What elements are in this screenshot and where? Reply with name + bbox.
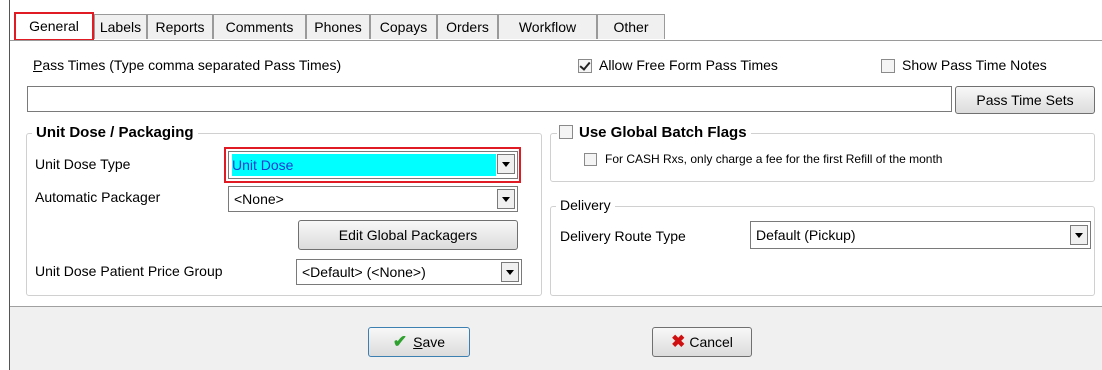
pass-times-label-text: ass Times (Type comma separated Pass Tim… <box>42 57 342 73</box>
pass-times-input[interactable] <box>27 86 952 112</box>
edit-global-packagers-button[interactable]: Edit Global Packagers <box>298 220 518 250</box>
delivery-group <box>550 206 1095 296</box>
delivery-group-title: Delivery <box>556 197 615 213</box>
selected-value: <Default> (<None>) <box>302 264 426 280</box>
tab-other[interactable]: Other <box>597 14 665 39</box>
use-global-batch-flags-checkbox[interactable] <box>559 125 573 139</box>
chevron-down-icon[interactable] <box>497 154 515 174</box>
tab-orders[interactable]: Orders <box>437 14 498 39</box>
tab-label: Comments <box>225 19 294 35</box>
unit-dose-group-title: Unit Dose / Packaging <box>32 124 198 141</box>
tab-reports[interactable]: Reports <box>147 14 213 39</box>
price-group-select[interactable]: <Default> (<None>) <box>296 259 522 285</box>
mnemonic: S <box>413 334 423 350</box>
automatic-packager-label: Automatic Packager <box>35 189 161 205</box>
show-notes-checkbox[interactable] <box>881 59 895 73</box>
allow-free-form-checkbox[interactable] <box>578 59 592 73</box>
pass-times-label: Pass Times (Type comma separated Pass Ti… <box>33 57 341 73</box>
tab-labels[interactable]: Labels <box>94 14 147 39</box>
pass-time-sets-button[interactable]: Pass Time Sets <box>955 86 1095 114</box>
save-button[interactable]: ✔ Save <box>368 327 470 357</box>
tab-label: Labels <box>99 19 142 35</box>
unit-dose-type-label: Unit Dose Type <box>35 156 131 172</box>
x-icon: ✖ <box>671 332 686 351</box>
chevron-down-icon[interactable] <box>1070 225 1088 245</box>
tab-workflow[interactable]: Workflow <box>498 14 597 39</box>
chevron-down-icon[interactable] <box>497 189 515 209</box>
tab-label: Reports <box>155 19 205 35</box>
mnemonic: P <box>33 57 43 73</box>
tab-general[interactable]: General <box>14 12 94 41</box>
tab-label: Orders <box>446 19 489 35</box>
allow-free-form-label: Allow Free Form Pass Times <box>599 57 778 73</box>
save-label: ave <box>422 334 446 350</box>
checkmark-icon: ✔ <box>392 332 408 351</box>
show-notes-label: Show Pass Time Notes <box>902 57 1047 73</box>
cancel-button[interactable]: ✖ Cancel <box>652 327 752 357</box>
automatic-packager-select[interactable]: <None> <box>228 186 518 212</box>
tab-copays[interactable]: Copays <box>370 14 437 39</box>
unit-dose-type-select[interactable]: Unit Dose <box>228 151 518 179</box>
selected-value: <None> <box>234 191 284 207</box>
tab-comments[interactable]: Comments <box>213 14 306 39</box>
selected-value: Unit Dose <box>232 154 496 176</box>
selected-value: Default (Pickup) <box>756 227 856 243</box>
tab-strip: General Labels Reports Comments Phones C… <box>10 0 1102 42</box>
button-bar: ✔ Save ✖ Cancel <box>10 306 1102 370</box>
cash-fee-label: For CASH Rxs, only charge a fee for the … <box>605 152 943 166</box>
delivery-route-select[interactable]: Default (Pickup) <box>750 221 1091 249</box>
price-group-label: Unit Dose Patient Price Group <box>35 263 223 279</box>
delivery-route-label: Delivery Route Type <box>560 228 686 244</box>
tab-phones[interactable]: Phones <box>306 14 370 39</box>
general-panel: Pass Times (Type comma separated Pass Ti… <box>10 41 1102 305</box>
use-global-batch-flags-label: Use Global Batch Flags <box>579 124 747 141</box>
tab-label: Phones <box>314 19 362 35</box>
tab-label: Workflow <box>518 19 577 35</box>
cancel-label: Cancel <box>689 334 733 350</box>
tab-label: Other <box>613 19 649 35</box>
chevron-down-icon[interactable] <box>501 262 519 282</box>
tab-label: General <box>29 18 79 34</box>
batch-flags-header: Use Global Batch Flags <box>557 124 751 141</box>
cash-fee-checkbox[interactable] <box>584 153 597 166</box>
tab-label: Copays <box>379 19 428 35</box>
